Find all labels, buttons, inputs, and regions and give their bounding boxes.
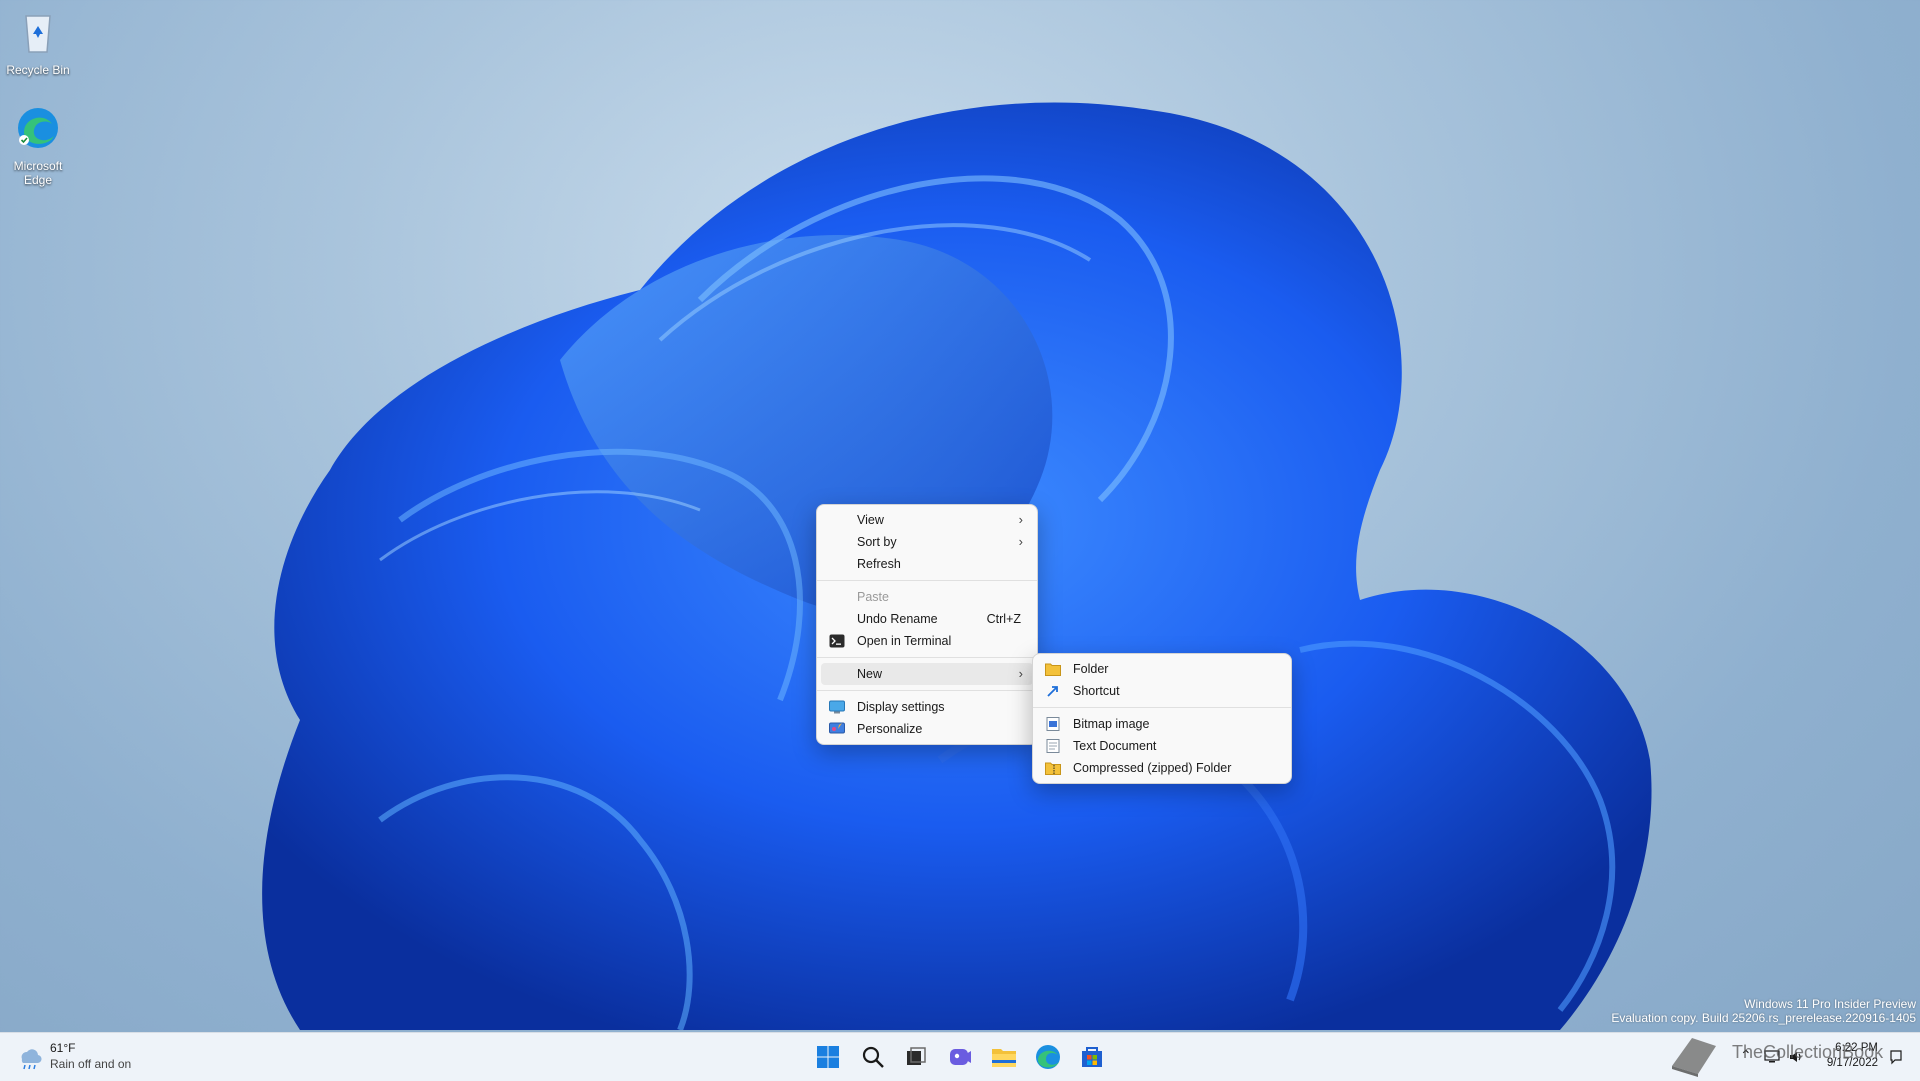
menu-item-display-settings[interactable]: Display settings [821,696,1033,718]
menu-item-label: Compressed (zipped) Folder [1073,761,1232,775]
chevron-right-icon: › [1018,512,1023,527]
menu-item-label: Sort by [857,535,897,549]
menu-item-label: Folder [1073,662,1109,676]
bitmap-icon [1046,717,1060,731]
brand-overlay-text: TheCollectionBook [1732,1042,1884,1062]
menu-item-label: Paste [857,590,889,604]
store-icon [1082,1047,1102,1067]
file-explorer-button[interactable] [988,1041,1020,1073]
book-logo-icon [1672,1038,1716,1077]
task-view-icon [907,1047,926,1065]
menu-item-open-in-terminal[interactable]: Open in Terminal [821,630,1033,652]
store-button[interactable] [1076,1041,1108,1073]
menu-item-label: Shortcut [1073,684,1120,698]
menu-item-sort-by[interactable]: Sort by › [821,531,1033,553]
menu-item-refresh[interactable]: Refresh [821,553,1033,575]
chat-icon [950,1049,971,1065]
menu-item-label: View [857,513,884,527]
notification-icon[interactable] [1888,1049,1904,1065]
start-icon [817,1046,839,1068]
rain-cloud-icon [21,1049,42,1070]
menu-item-accelerator: Ctrl+Z [986,612,1021,626]
folder-icon [1045,663,1061,676]
submenu-item-folder[interactable]: Folder [1037,658,1287,680]
weather-condition: Rain off and on [50,1057,132,1071]
menu-item-personalize[interactable]: Personalize [821,718,1033,740]
submenu-item-shortcut[interactable]: Shortcut [1037,680,1287,702]
chevron-right-icon: › [1018,666,1023,681]
menu-divider [817,580,1037,581]
submenu-item-bitmap-image[interactable]: Bitmap image [1037,713,1287,735]
watermark-line-1: Windows 11 Pro Insider Preview [1744,997,1916,1011]
menu-item-new[interactable]: New › [821,663,1033,685]
start-button[interactable] [812,1041,844,1073]
edge-icon [18,108,58,148]
desktop-context-menu: View › Sort by › Refresh Paste Undo Rena… [816,504,1038,745]
chevron-right-icon: › [1018,534,1023,549]
chat-button[interactable] [944,1041,976,1073]
text-document-icon [1046,739,1060,753]
menu-item-label: Undo Rename [857,612,938,626]
personalize-icon [829,722,845,734]
menu-item-view[interactable]: View › [821,509,1033,531]
edge-taskbar-button[interactable] [1032,1041,1064,1073]
menu-item-paste: Paste [821,586,1033,608]
menu-item-label: Personalize [857,722,923,736]
shortcut-icon [1047,686,1058,697]
desktop-icon-recycle-bin[interactable]: Recycle Bin [0,8,76,77]
watermark-line-2: Evaluation copy. Build 25206.rs_prerelea… [1611,1011,1916,1025]
search-button[interactable] [857,1041,889,1073]
menu-divider [817,657,1037,658]
search-icon [862,1046,884,1068]
menu-item-label: Display settings [857,700,945,714]
menu-divider [817,690,1037,691]
weather-temp: 61°F [50,1041,76,1055]
menu-item-label: Open in Terminal [857,634,952,648]
display-icon [829,700,845,714]
zip-folder-icon [1045,762,1061,775]
taskbar: 61°F Rain off and on ⌃ 6:22 PM 9/17/2022 [0,1032,1920,1081]
menu-divider [1033,707,1291,708]
terminal-icon [829,634,845,648]
build-watermark: Windows 11 Pro Insider Preview Evaluatio… [1611,997,1916,1025]
desktop-icon-label: Microsoft Edge [13,159,63,187]
desktop-icon-label: Recycle Bin [6,63,70,77]
menu-item-label: New [857,667,883,681]
recycle-bin-icon [25,15,51,53]
submenu-item-text-document[interactable]: Text Document [1037,735,1287,757]
menu-item-undo-rename[interactable]: Undo Rename Ctrl+Z [821,608,1033,630]
new-submenu: Folder Shortcut Bitmap image Text Docume… [1032,653,1292,784]
edge-icon [1036,1045,1060,1069]
task-view-button[interactable] [900,1041,932,1073]
menu-item-label: Bitmap image [1073,717,1150,731]
menu-item-label: Text Document [1073,739,1157,753]
desktop-icon-microsoft-edge[interactable]: Microsoft Edge [0,104,76,187]
file-explorer-icon [992,1049,1016,1067]
menu-item-label: Refresh [857,557,901,571]
submenu-item-compressed-folder[interactable]: Compressed (zipped) Folder [1037,757,1287,779]
